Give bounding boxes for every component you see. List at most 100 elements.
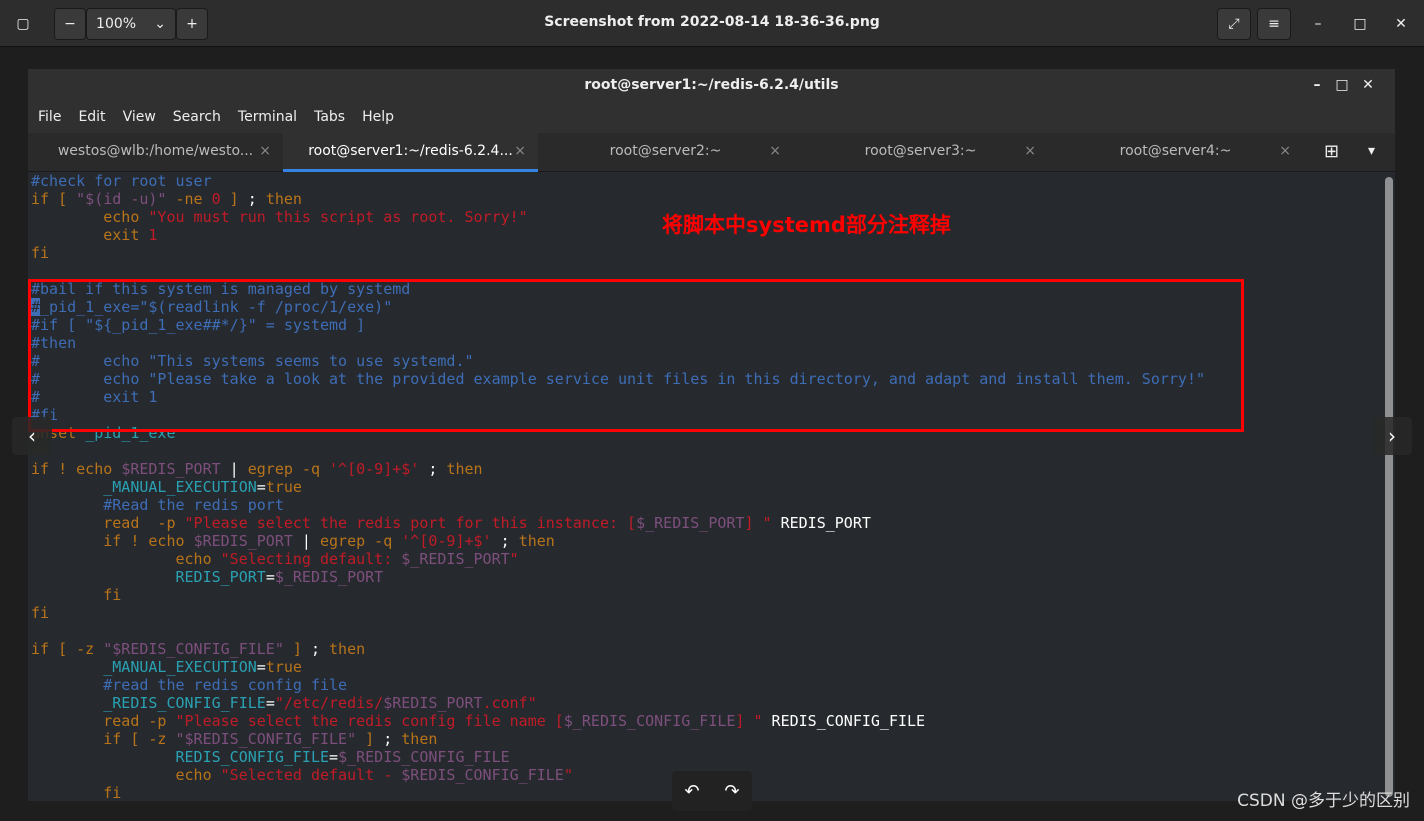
terminal-title: root@server1:~/redis-6.2.4/utils (584, 77, 839, 93)
close-icon[interactable]: × (769, 133, 781, 170)
code-line: fi (31, 784, 1205, 802)
tab-server3[interactable]: root@server3:~ × (793, 133, 1048, 172)
new-tab-icon[interactable]: ⊞ (1324, 141, 1339, 162)
code-token: true (265, 658, 302, 676)
watermark: CSDN @多于少的区别 (1237, 791, 1410, 811)
tab-server2[interactable]: root@server2:~ × (538, 133, 793, 172)
maximize-button[interactable]: □ (1347, 8, 1373, 40)
code-token: if [ (31, 190, 77, 208)
code-token: #check for root user (31, 172, 212, 190)
close-icon[interactable]: × (1279, 133, 1291, 170)
highlight-box (28, 279, 1244, 432)
code-line: _MANUAL_EXECUTION=true (31, 478, 1205, 496)
scrollbar[interactable] (1385, 177, 1393, 797)
menu-search[interactable]: Search (173, 109, 221, 125)
minimize-button[interactable]: – (1305, 8, 1331, 40)
code-token: fi (31, 784, 122, 802)
code-line: if [ -z "$REDIS_CONFIG_FILE" ] ; then (31, 640, 1205, 658)
code-line: read -p "Please select the redis config … (31, 712, 1205, 730)
previous-image-button[interactable]: ‹ (12, 417, 52, 455)
menu-view[interactable]: View (123, 109, 156, 125)
code-token: = (265, 694, 275, 712)
code-token: $_REDIS_PORT (636, 514, 745, 532)
close-icon[interactable]: × (259, 133, 271, 170)
code-line: if ! echo $REDIS_PORT | egrep -q '^[0-9]… (31, 460, 1205, 478)
code-token: "Selecting default: (220, 550, 402, 568)
code-token: ] (356, 730, 384, 748)
code-token: '^[0-9]+$' (401, 532, 492, 550)
code-token: fi (31, 244, 50, 262)
code-token: ; (310, 640, 330, 658)
tab-server1[interactable]: root@server1:~/redis-6.2.4... × (283, 133, 538, 172)
viewer-title: Screenshot from 2022-08-14 18-36-36.png (544, 14, 880, 30)
code-token: if ! echo (31, 532, 194, 550)
menu-file[interactable]: File (38, 109, 61, 125)
code-token: read -p (31, 712, 176, 730)
code-token: ] (283, 640, 311, 658)
close-icon[interactable]: × (1024, 133, 1036, 170)
next-image-button[interactable]: › (1372, 417, 1412, 455)
code-token: $REDIS_PORT (121, 460, 221, 478)
rotate-left-icon[interactable]: ↶ (684, 781, 699, 802)
close-button[interactable]: ✕ (1388, 8, 1414, 40)
code-token: "$(id -u)" (76, 190, 167, 208)
code-token: REDIS_PORT (771, 514, 871, 532)
rotate-right-icon[interactable]: ↷ (724, 781, 739, 802)
code-line: #check for root user (31, 172, 1205, 190)
tab-menu-icon[interactable]: ▾ (1368, 143, 1375, 159)
code-token: "Please select the redis config file nam… (175, 712, 564, 730)
code-line: read -p "Please select the redis port fo… (31, 514, 1205, 532)
code-token: $_REDIS_CONFIG_FILE (563, 712, 736, 730)
code-token: REDIS_PORT (175, 568, 266, 586)
code-token: if ! echo (31, 460, 122, 478)
code-token: echo (31, 208, 149, 226)
code-token: _REDIS_CONFIG_FILE (103, 694, 266, 712)
code-token: 0 (211, 190, 221, 208)
terminal-content[interactable]: #check for root user if [ "$(id -u)" -ne … (31, 172, 1205, 802)
annotation-text: 将脚本中systemd部分注释掉 (662, 213, 951, 237)
code-token: "You must run this script as root. Sorry… (148, 208, 528, 226)
code-token: $_REDIS_PORT (274, 568, 384, 586)
tab-server4[interactable]: root@server4:~ × (1048, 133, 1303, 172)
tab-westos[interactable]: westos@wlb:/home/westo... × (28, 133, 283, 172)
code-line: fi (31, 244, 1205, 262)
code-token: ; (419, 460, 447, 478)
tab-label: root@server1:~/redis-6.2.4... (308, 143, 513, 159)
code-token: $REDIS_PORT (193, 532, 293, 550)
code-token: ] " (744, 514, 772, 532)
code-token: echo (31, 550, 221, 568)
code-line: fi (31, 586, 1205, 604)
tab-label: root@server4:~ (1119, 143, 1232, 159)
close-icon[interactable]: × (514, 133, 526, 170)
code-token: $REDIS_CONFIG_FILE (401, 766, 564, 784)
terminal-close-button[interactable]: ✕ (1353, 69, 1383, 101)
code-token: true (265, 478, 302, 496)
code-token: then (265, 190, 302, 208)
menu-help[interactable]: Help (362, 109, 394, 125)
menu-button[interactable]: ≡ (1257, 8, 1291, 40)
fullscreen-button[interactable]: ⤢ (1217, 8, 1251, 40)
menu-terminal[interactable]: Terminal (238, 109, 297, 125)
code-token: " (509, 550, 519, 568)
menu-tabs[interactable]: Tabs (314, 109, 345, 125)
code-token: egrep -q (320, 532, 402, 550)
code-token: $_REDIS_PORT (401, 550, 510, 568)
code-line: #read the redis config file (31, 676, 1205, 694)
code-token: REDIS_CONFIG_FILE (175, 748, 330, 766)
code-token: REDIS_CONFIG_FILE (762, 712, 926, 730)
menu-edit[interactable]: Edit (78, 109, 105, 125)
code-token: = (329, 748, 339, 766)
code-token: then (329, 640, 366, 658)
code-line: echo "Selected default - $REDIS_CONFIG_F… (31, 766, 1205, 784)
rotate-toolbar: ↶ ↷ (672, 771, 752, 811)
code-token: ; (238, 190, 266, 208)
code-token: "/etc/redis/ (274, 694, 384, 712)
code-token: .conf" (482, 694, 537, 712)
code-token: " (563, 766, 573, 784)
